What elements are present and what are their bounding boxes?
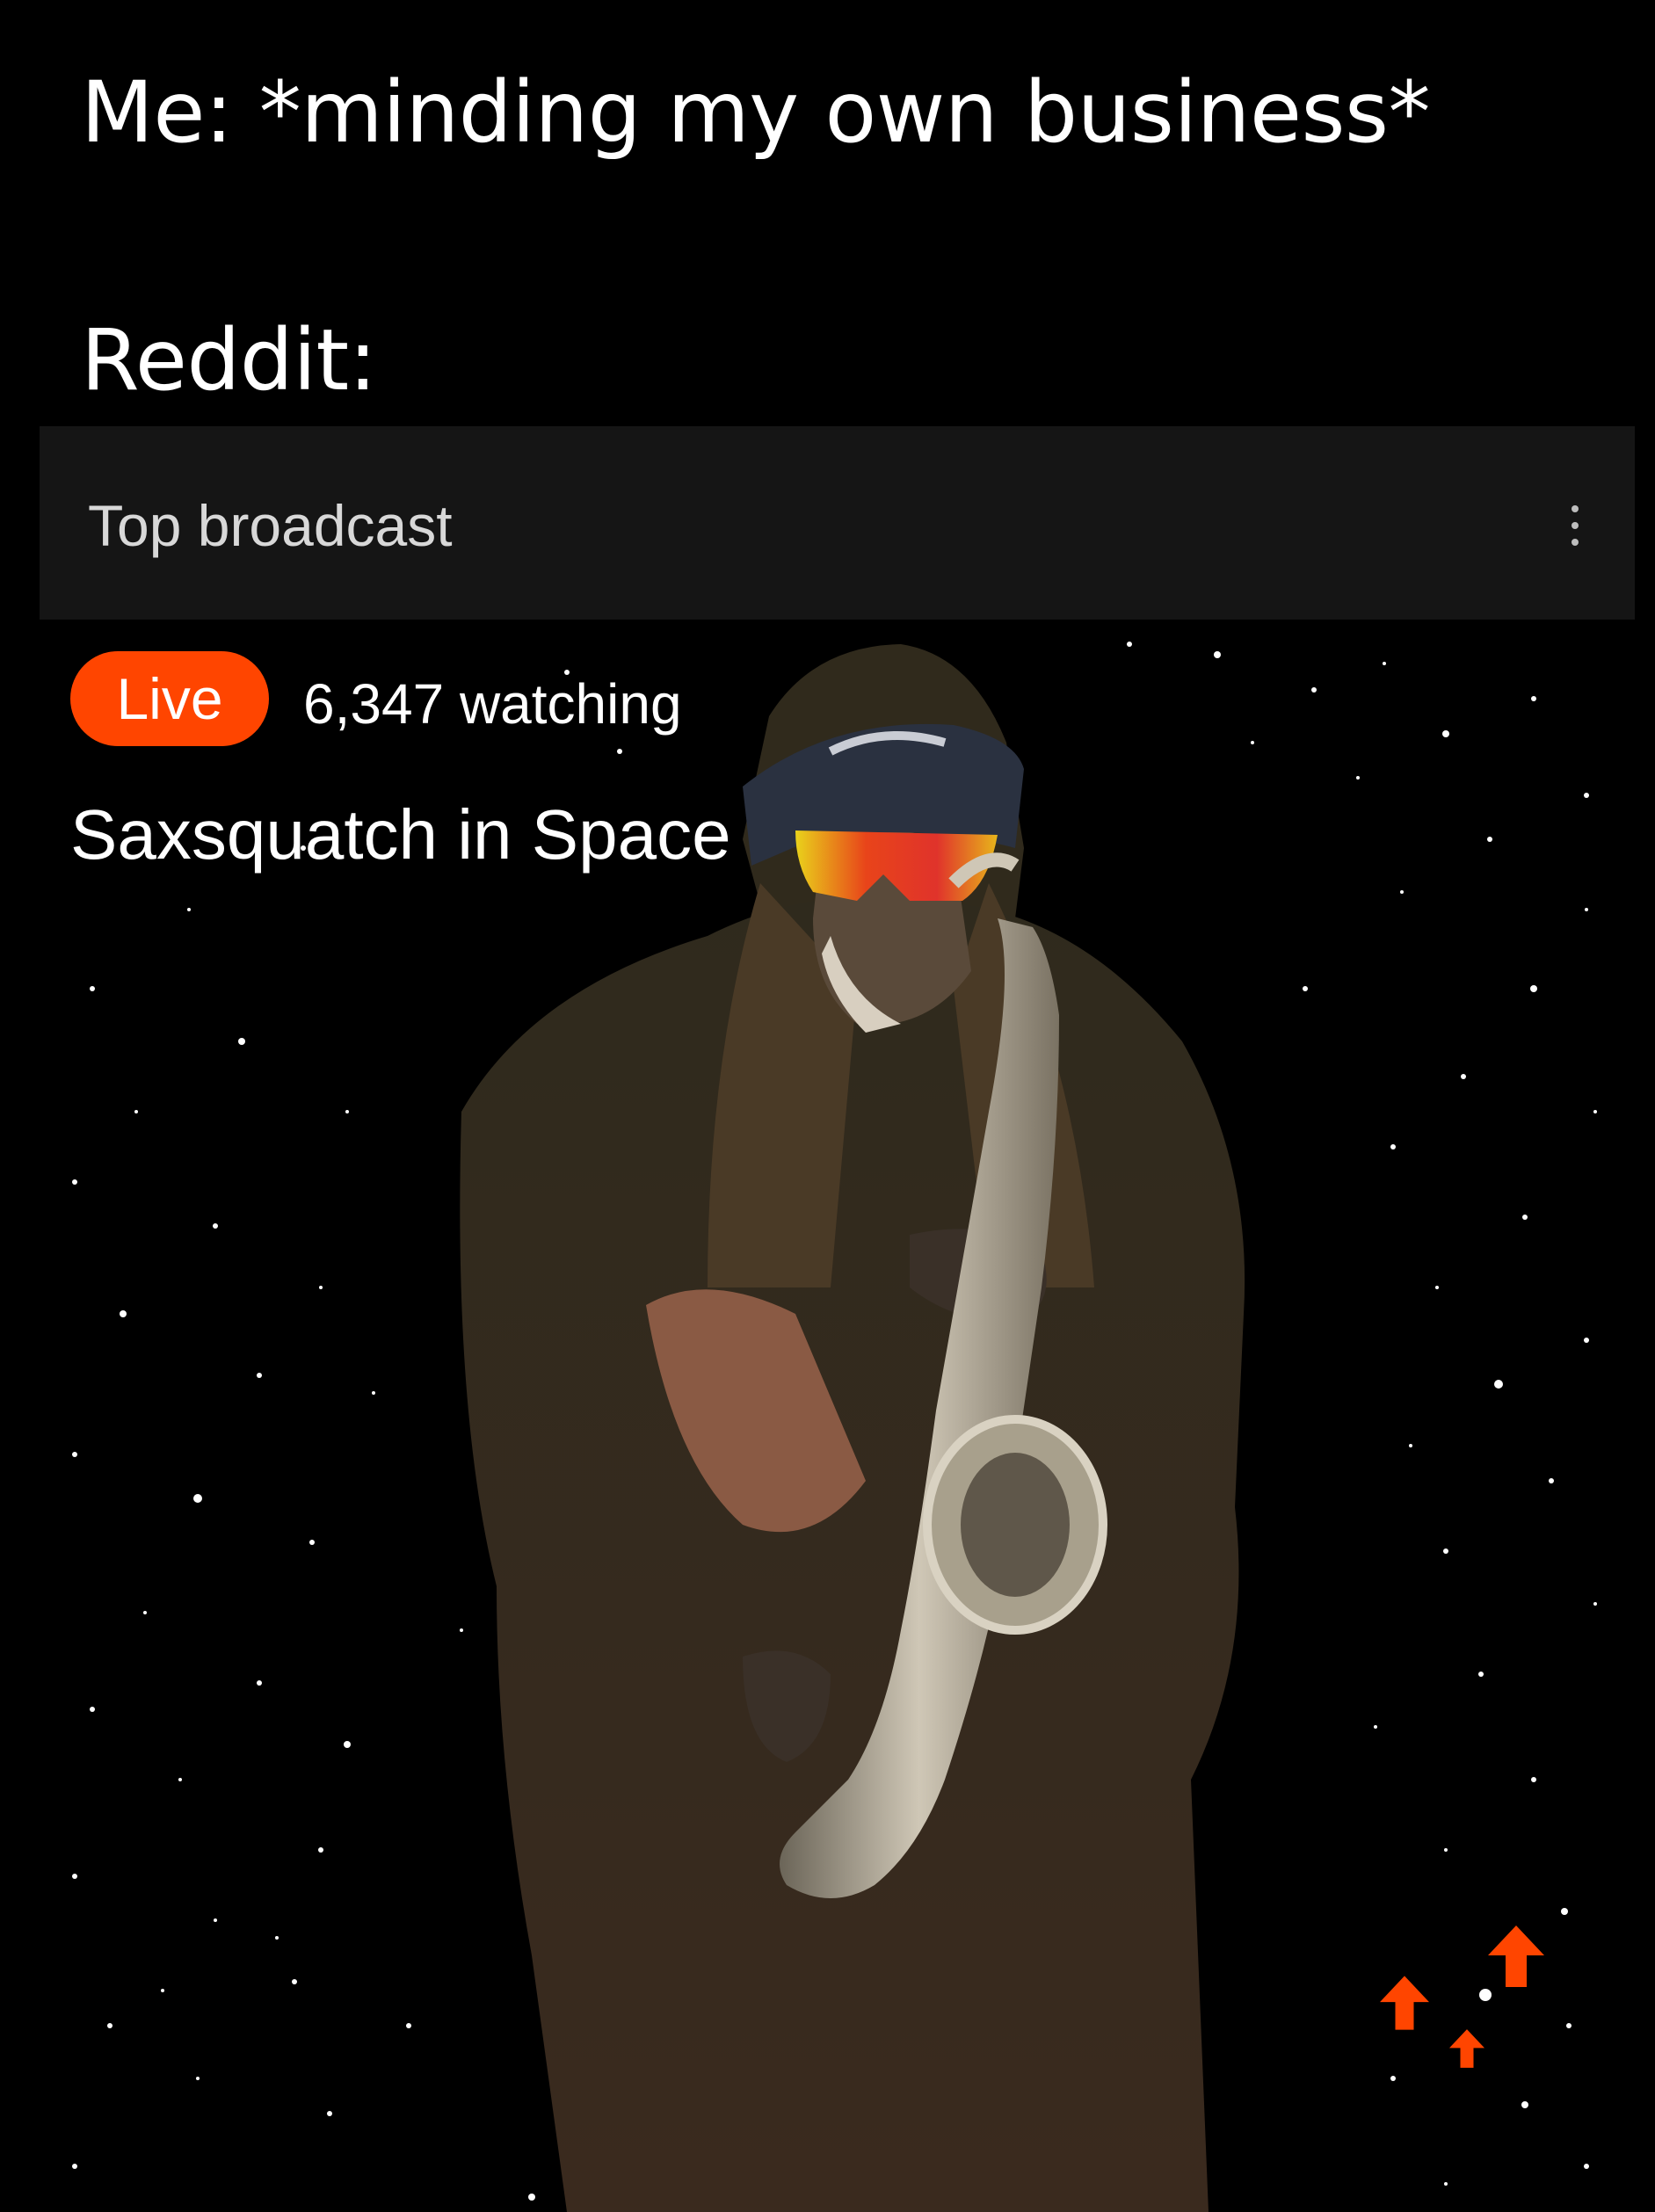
more-options-button[interactable]: [1568, 505, 1582, 546]
upvote-arrow-icon: [1380, 1976, 1429, 2030]
upvote-arrow-icon: [1449, 2029, 1484, 2068]
caption-bottom: Reddit:: [81, 311, 377, 410]
broadcast-header: Top broadcast: [40, 426, 1635, 620]
broadcast-header-title: Top broadcast: [88, 493, 453, 558]
live-video-player[interactable]: Live 6,347 watching Saxsquatch in Space: [40, 620, 1635, 2212]
stream-title: Saxsquatch in Space: [70, 795, 731, 874]
caption-top: Me: *minding my own business*: [81, 63, 1431, 162]
vertical-ellipsis-icon: [1572, 505, 1579, 512]
upvote-arrow-icon: [1488, 1926, 1544, 1987]
